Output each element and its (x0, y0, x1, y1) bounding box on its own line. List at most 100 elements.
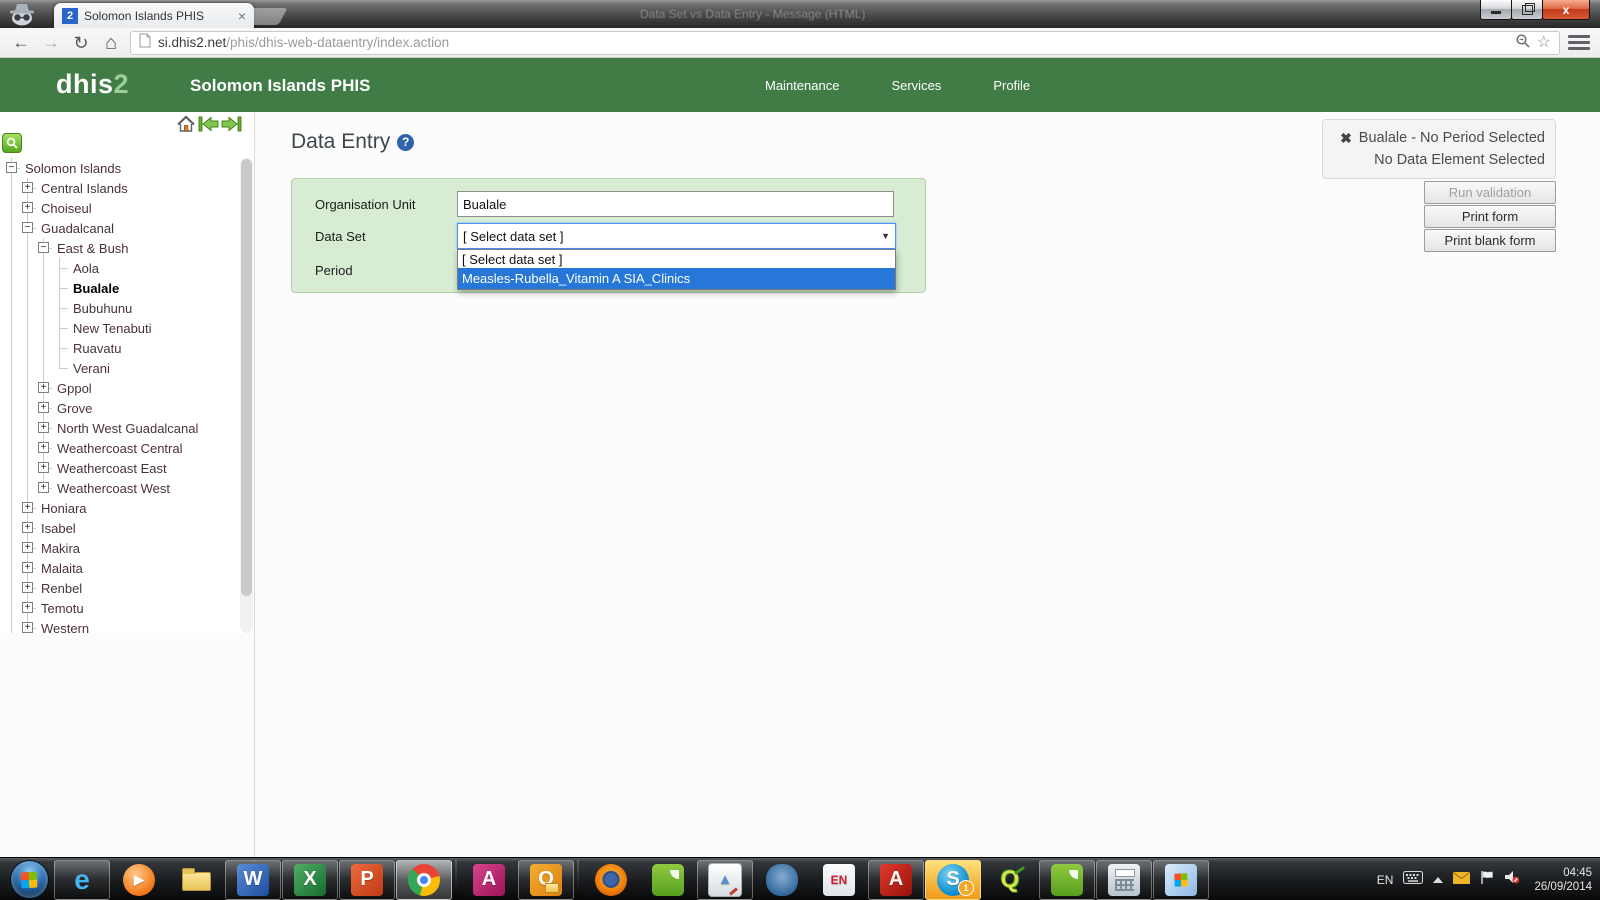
show-hidden-icons-button[interactable] (1433, 876, 1444, 883)
clear-selection-icon[interactable]: ✖ (1340, 127, 1352, 149)
tree-expand-icon[interactable]: + (22, 602, 33, 613)
tree-collapse-icon[interactable]: − (6, 162, 17, 173)
tree-expand-icon[interactable]: + (22, 202, 33, 213)
postgresql-taskbar[interactable] (754, 860, 810, 900)
evernote-2-taskbar[interactable] (1039, 859, 1095, 900)
tree-next-icon[interactable] (221, 116, 242, 137)
tree-expand-icon[interactable]: + (38, 402, 49, 413)
org-unit-input[interactable] (457, 191, 894, 217)
skype-taskbar[interactable]: S1 (925, 859, 981, 900)
tree-item-malaita[interactable]: + Malaita (6, 558, 198, 578)
dataset-option-measles-rubella-vitamin-a-sia-clinics[interactable]: Measles-Rubella_Vitamin A SIA_Clinics (458, 268, 895, 289)
tree-expand-icon[interactable]: + (38, 382, 49, 393)
calculator-taskbar[interactable] (1096, 859, 1152, 900)
reload-icon[interactable]: ↻ (70, 34, 92, 52)
firefox-taskbar[interactable] (583, 860, 639, 900)
language-indicator[interactable]: EN (1377, 873, 1394, 887)
url-text[interactable]: si.dhis2.net/phis/dhis-web-dataentry/ind… (158, 35, 1508, 50)
browser-menu-icon[interactable] (1568, 35, 1590, 50)
ms-outlook-taskbar[interactable]: O (518, 859, 574, 900)
dataset-option-select-data-set[interactable]: [ Select data set ] (458, 250, 895, 268)
ms-access-taskbar[interactable]: A (461, 860, 517, 900)
tree-expand-icon[interactable]: + (38, 462, 49, 473)
window-close-button[interactable]: x (1542, 0, 1590, 20)
tree-item-grove[interactable]: + Grove (6, 398, 198, 418)
tree-item-central-islands[interactable]: + Central Islands (6, 178, 198, 198)
window-minimize-button[interactable] (1480, 0, 1512, 20)
header-menu-services[interactable]: Services (891, 78, 941, 93)
zoom-icon[interactable] (1515, 33, 1530, 53)
paint-taskbar[interactable]: ▲ (697, 859, 753, 900)
print-blank-form-button[interactable]: Print blank form (1424, 229, 1556, 252)
tree-expand-icon[interactable]: + (22, 582, 33, 593)
help-icon[interactable]: ? (397, 133, 415, 151)
tree-expand-icon[interactable]: + (22, 502, 33, 513)
taskbar-clock[interactable]: 04:45 26/09/2014 (1534, 866, 1592, 894)
tree-item-weathercoast-central[interactable]: + Weathercoast Central (6, 438, 198, 458)
tree-item-ruavatu[interactable]: Ruavatu (6, 338, 198, 358)
forward-icon[interactable]: → (40, 34, 62, 51)
tree-item-north-west-guadalcanal[interactable]: + North West Guadalcanal (6, 418, 198, 438)
tree-item-guadalcanal[interactable]: − Guadalcanal (6, 218, 198, 238)
tree-item-gppol[interactable]: + Gppol (6, 378, 198, 398)
adobe-reader-taskbar[interactable]: A (868, 859, 924, 900)
browser-tab[interactable]: 2 Solomon Islands PHIS × (54, 3, 254, 28)
tree-item-choiseul[interactable]: + Choiseul (6, 198, 198, 218)
org-unit-search-button[interactable] (2, 133, 22, 153)
qgis-taskbar[interactable]: Q (982, 860, 1038, 900)
print-form-button[interactable]: Print form (1424, 205, 1556, 228)
tree-expand-icon[interactable]: + (38, 442, 49, 453)
windows-media-player-taskbar[interactable]: ▶ (111, 860, 167, 900)
tree-collapse-icon[interactable]: − (38, 242, 49, 253)
tree-item-weathercoast-east[interactable]: + Weathercoast East (6, 458, 198, 478)
keyboard-icon[interactable] (1403, 870, 1424, 889)
header-menu-maintenance[interactable]: Maintenance (765, 78, 839, 93)
dhis2-logo[interactable]: dhis2 (56, 69, 129, 100)
windows-explorer-taskbar[interactable] (168, 860, 224, 900)
tree-home-icon[interactable] (176, 115, 196, 138)
tree-item-weathercoast-west[interactable]: + Weathercoast West (6, 478, 198, 498)
data-set-select[interactable]: [ Select data set ] ▼ (457, 223, 896, 249)
tree-item-renbel[interactable]: + Renbel (6, 578, 198, 598)
tree-item-east-bush[interactable]: − East & Bush (6, 238, 198, 258)
tree-expand-icon[interactable]: + (22, 622, 33, 633)
home-icon[interactable]: ⌂ (100, 33, 122, 53)
tree-scrollbar-thumb[interactable] (241, 159, 252, 596)
start-button[interactable] (5, 860, 53, 900)
header-menu-profile[interactable]: Profile (993, 78, 1030, 93)
ms-word-taskbar[interactable]: W (225, 859, 281, 900)
tree-item-bualale[interactable]: Bualale (6, 278, 198, 298)
tree-item-aola[interactable]: Aola (6, 258, 198, 278)
ms-excel-taskbar[interactable]: X (282, 859, 338, 900)
tree-previous-icon[interactable] (198, 116, 219, 137)
tree-expand-icon[interactable]: + (38, 482, 49, 493)
url-bar[interactable]: si.dhis2.net/phis/dhis-web-dataentry/ind… (130, 30, 1560, 55)
window-restore-button[interactable] (1511, 0, 1543, 20)
mail-icon[interactable] (1453, 871, 1471, 889)
tree-item-honiara[interactable]: + Honiara (6, 498, 198, 518)
tree-item-new-tenabuti[interactable]: New Tenabuti (6, 318, 198, 338)
tree-collapse-icon[interactable]: − (22, 222, 33, 233)
new-tab-button[interactable] (242, 8, 288, 25)
tree-expand-icon[interactable]: + (22, 522, 33, 533)
tree-item-makira[interactable]: + Makira (6, 538, 198, 558)
tree-item-verani[interactable]: Verani (6, 358, 198, 378)
tree-item-isabel[interactable]: + Isabel (6, 518, 198, 538)
action-center-flag-icon[interactable] (1480, 870, 1494, 890)
tree-scrollbar[interactable] (240, 158, 253, 633)
tree-item-bubuhunu[interactable]: Bubuhunu (6, 298, 198, 318)
tree-expand-icon[interactable]: + (22, 542, 33, 553)
tree-item-western[interactable]: + Western (6, 618, 198, 633)
tree-expand-icon[interactable]: + (22, 182, 33, 193)
volume-muted-icon[interactable] (1504, 870, 1520, 889)
bookmark-star-icon[interactable]: ☆ (1537, 34, 1551, 51)
tree-item-solomon-islands[interactable]: − Solomon Islands (6, 158, 198, 178)
internet-explorer-taskbar[interactable]: e (54, 859, 110, 900)
tree-expand-icon[interactable]: + (22, 562, 33, 573)
evernote-taskbar[interactable] (640, 860, 696, 900)
ms-powerpoint-taskbar[interactable]: P (339, 859, 395, 900)
google-chrome-taskbar[interactable] (396, 859, 452, 900)
endnote-taskbar[interactable]: EN (811, 860, 867, 900)
windows-app-taskbar[interactable] (1153, 859, 1209, 900)
tree-item-temotu[interactable]: + Temotu (6, 598, 198, 618)
